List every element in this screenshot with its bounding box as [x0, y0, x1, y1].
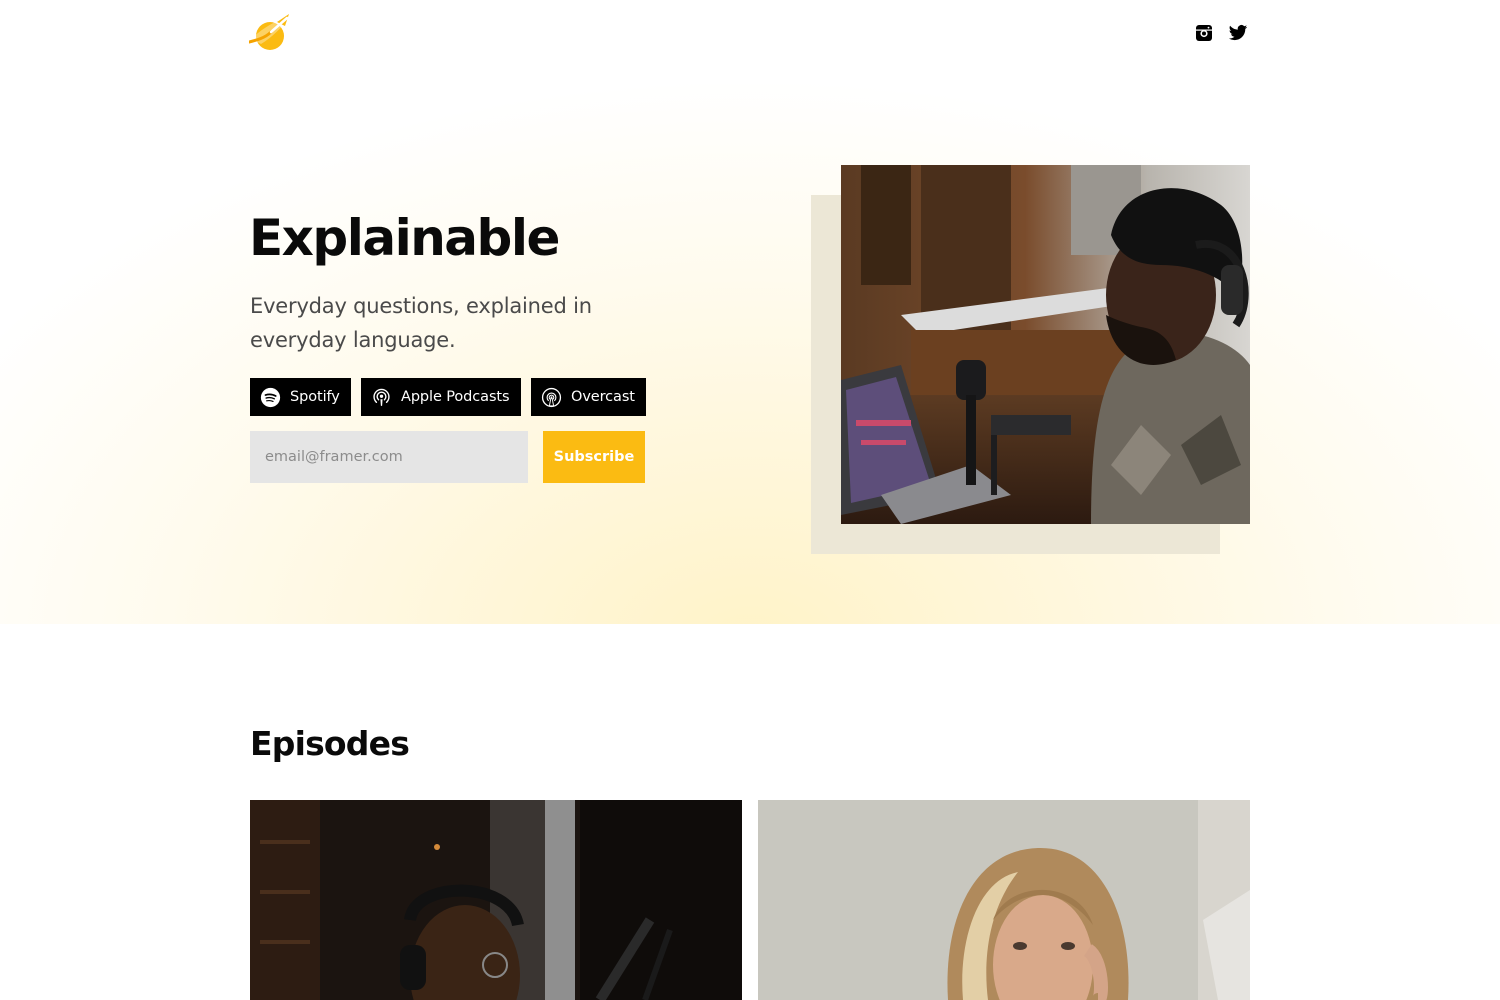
page: Explainable Everyday questions, explaine… [0, 0, 1500, 1000]
twitter-link[interactable] [1228, 23, 1248, 43]
overcast-label: Overcast [571, 389, 635, 405]
hero-section: Explainable Everyday questions, explaine… [0, 0, 1500, 624]
apple-podcasts-icon [373, 388, 390, 406]
podcast-title: Explainable [249, 209, 560, 267]
apple-podcasts-label: Apple Podcasts [401, 389, 510, 405]
site-header [0, 0, 1500, 66]
spotify-button[interactable]: Spotify [250, 378, 351, 416]
episode-card[interactable] [250, 800, 742, 1000]
episode-card[interactable] [758, 800, 1250, 1000]
woman-with-blonde-hair-photo [758, 800, 1250, 1000]
hero-photo [841, 165, 1250, 524]
man-with-headphones-at-microphone-photo [841, 165, 1250, 524]
platform-links: Spotify Apple Podcasts Overcast [250, 378, 646, 416]
instagram-link[interactable] [1194, 23, 1214, 43]
podcast-subtitle: Everyday questions, explained in everyda… [250, 294, 592, 352]
episodes-heading: Episodes [250, 724, 410, 763]
overcast-icon [541, 387, 562, 407]
subscribe-button[interactable]: Subscribe [543, 431, 645, 483]
planet-rocket-logo-icon[interactable] [249, 12, 293, 54]
man-with-headphones-and-glasses-photo [250, 800, 742, 1000]
instagram-icon [1196, 25, 1212, 41]
email-input[interactable] [250, 431, 528, 483]
overcast-button[interactable]: Overcast [531, 378, 646, 416]
twitter-icon [1228, 25, 1248, 41]
apple-podcasts-button[interactable]: Apple Podcasts [361, 378, 521, 416]
spotify-icon [260, 387, 281, 407]
spotify-label: Spotify [290, 389, 340, 405]
